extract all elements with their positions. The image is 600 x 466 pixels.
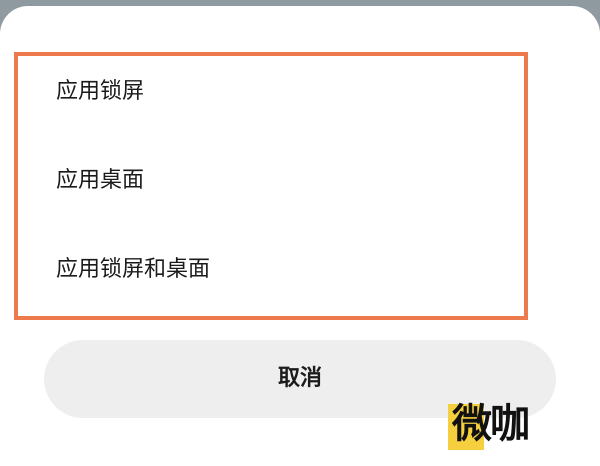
watermark-text: 微咖	[452, 401, 530, 447]
apply-both-option[interactable]: 应用锁屏和桌面	[56, 240, 210, 300]
watermark-logo: 微咖	[448, 398, 558, 450]
apply-home-screen-option[interactable]: 应用桌面	[56, 151, 144, 211]
apply-lock-screen-option[interactable]: 应用锁屏	[56, 62, 144, 122]
apply-wallpaper-sheet: 应用锁屏 应用桌面 应用锁屏和桌面 取消	[0, 6, 600, 466]
options-highlight-box: 应用锁屏 应用桌面 应用锁屏和桌面	[14, 52, 528, 320]
